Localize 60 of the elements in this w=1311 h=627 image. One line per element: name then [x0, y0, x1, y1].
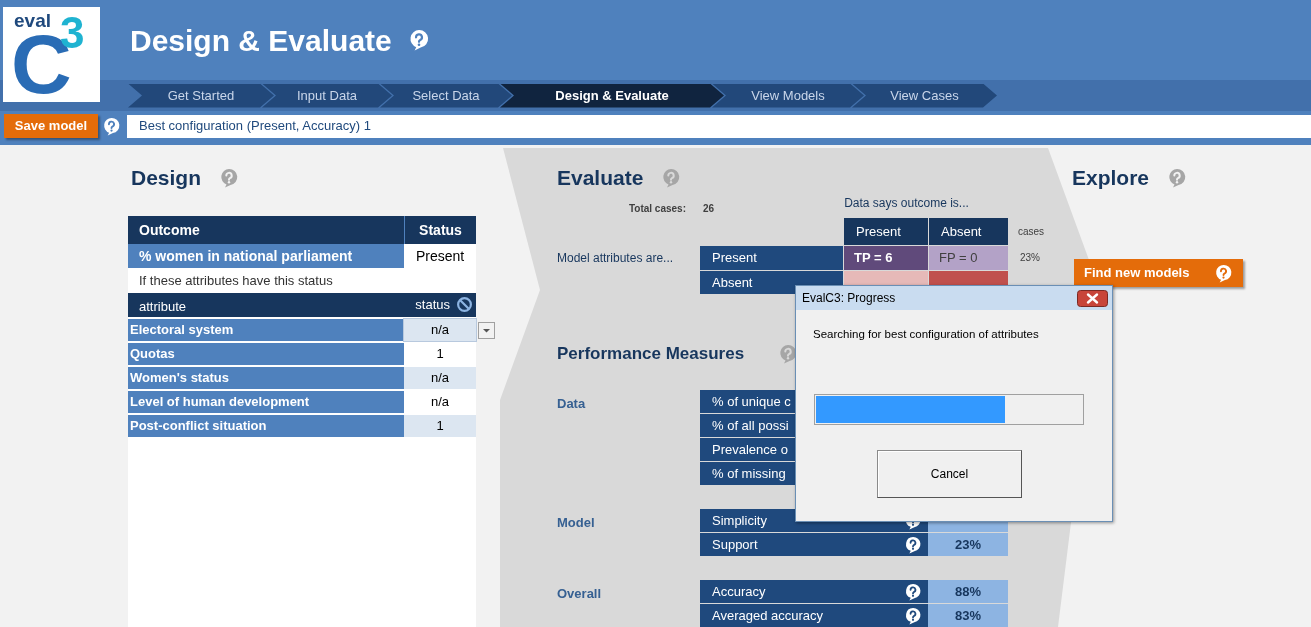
close-button[interactable] [1077, 289, 1108, 307]
section-title: Performance Measures [557, 343, 745, 366]
cancel-button[interactable]: Cancel [877, 450, 1022, 499]
status-cell[interactable]: 1 [404, 415, 476, 437]
group-label: Overall [557, 585, 603, 603]
group-label: Model [557, 514, 596, 532]
model-name-field[interactable]: Best configuration (Present, Accuracy) 1 [127, 114, 1311, 138]
matrix-caption: Data says outcome is... [844, 195, 969, 212]
dialog-message: Searching for best configuration of attributes [813, 327, 1040, 342]
step-tab[interactable]: Get Started [128, 83, 274, 108]
section-title: Evaluate [557, 165, 644, 192]
attribute-cell: Post-conflict situation [128, 415, 404, 437]
attribute-cell: Women's status [128, 367, 404, 389]
share-cell-text: 23% [1020, 251, 1040, 266]
measure-name: Prevalence o [712, 440, 789, 459]
group-label: Data [557, 395, 587, 413]
step-tab[interactable]: View Cases [852, 83, 997, 108]
attribute-cell: Level of human development [128, 391, 404, 413]
status-cell[interactable]: n/a [404, 319, 476, 341]
outcome-cell: % women in national parliament [128, 244, 404, 268]
column-header: cases [1018, 224, 1045, 239]
measure-name: % of missing [712, 464, 787, 483]
attribute-cell: Quotas [128, 343, 404, 365]
measure-name: % of unique c [712, 392, 792, 411]
step-tab[interactable]: Design & Evaluate [500, 83, 724, 108]
help-icon[interactable] [904, 535, 922, 554]
row-header: Present [700, 245, 843, 270]
measure-value: 88% [928, 580, 1008, 603]
row-caption: Model attributes are... [557, 249, 675, 267]
help-icon[interactable] [904, 582, 922, 601]
section-title: Design [131, 165, 201, 192]
matrix-cell: FP = 0 [928, 245, 1008, 270]
column-header: Present [843, 218, 928, 245]
hint-text: If these attributes have this status [138, 271, 334, 290]
section-title: Explore [1072, 165, 1150, 192]
matrix-cell: TP = 6 [843, 245, 928, 270]
column-header: Outcome [138, 220, 201, 240]
total-label: Total cases: [627, 202, 686, 216]
measure-name: Simplicity [712, 511, 768, 530]
measure-value: 83% [928, 604, 1008, 627]
column-header: status [415, 296, 451, 315]
clear-icon[interactable] [456, 296, 473, 313]
measure-name: % of all possi [712, 416, 790, 435]
step-tab[interactable]: View Models [712, 83, 864, 108]
step-tab[interactable]: Select Data [380, 83, 512, 108]
page-title: Design & Evaluate [130, 22, 392, 59]
measure-name: Averaged accuracy [712, 606, 825, 625]
dropdown-button[interactable] [478, 322, 495, 339]
measure-name: Support [712, 535, 759, 554]
total-value: 26 [703, 202, 715, 216]
logo-word: eval [14, 11, 51, 30]
help-icon[interactable] [102, 116, 121, 136]
status-cell[interactable]: n/a [404, 367, 476, 389]
measure-name: Accuracy [712, 582, 767, 601]
help-icon[interactable] [904, 606, 922, 625]
measure-value: 23% [928, 533, 1008, 556]
column-header: Absent [928, 218, 1008, 245]
column-header: attribute [138, 297, 187, 316]
step-tab[interactable]: Input Data [262, 83, 392, 108]
attribute-cell: Electoral system [128, 319, 404, 341]
